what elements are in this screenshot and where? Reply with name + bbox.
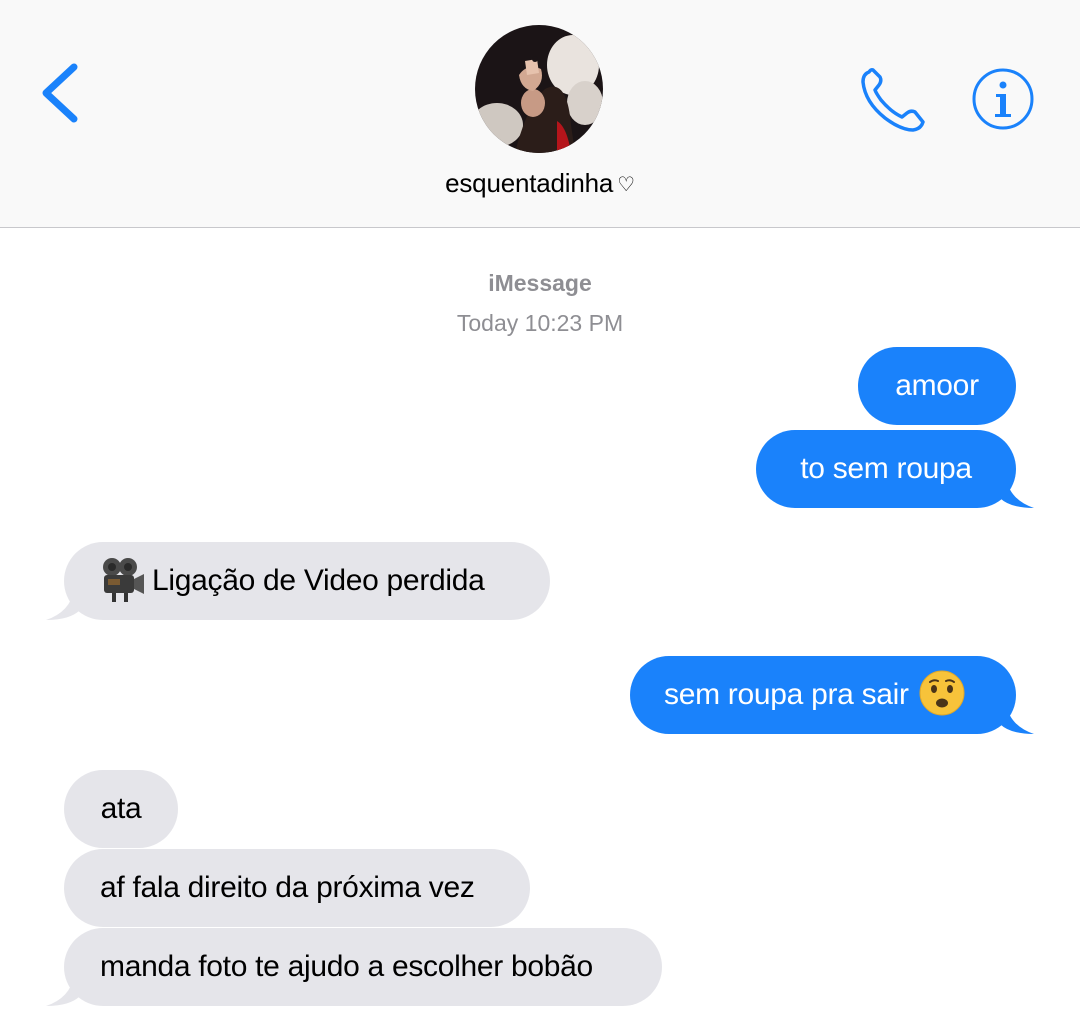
message-bubble-outgoing[interactable]: to sem roupa <box>756 430 1034 508</box>
bubble-tail <box>46 976 80 1006</box>
timestamp: Today 10:23 PM <box>0 310 1080 337</box>
phone-icon <box>861 68 925 132</box>
message-text: ata <box>100 792 142 825</box>
contact-name-text: esquentadinha <box>445 168 614 198</box>
timestamp-day: Today <box>456 310 519 336</box>
service-label: iMessage <box>488 270 592 296</box>
bubble-tail <box>46 590 80 620</box>
anguished-face-icon <box>919 670 965 716</box>
call-button[interactable] <box>855 62 931 138</box>
heart-icon: ♡ <box>617 174 635 196</box>
chevron-left-icon <box>42 63 78 123</box>
message-bubble-incoming[interactable]: ata <box>64 770 178 848</box>
message-bubble-incoming[interactable]: af fala direito da próxima vez <box>64 849 530 927</box>
bubble-tail <box>1000 478 1034 508</box>
message-text: sem roupa pra sair <box>664 678 909 711</box>
bubble-tail <box>1000 704 1034 734</box>
message-text: amoor <box>895 369 979 402</box>
message-text: to sem roupa <box>800 452 972 485</box>
contact-name[interactable]: esquentadinha ♡ <box>0 168 1080 199</box>
avatar-photo <box>475 25 603 153</box>
conversation-header: esquentadinha ♡ <box>0 0 1080 228</box>
info-button[interactable] <box>971 67 1035 131</box>
message-text: manda foto te ajudo a escolher bobão <box>100 950 593 983</box>
message-text: Ligação de Video perdida <box>152 564 485 597</box>
message-text: af fala direito da próxima vez <box>100 871 475 904</box>
message-bubble-incoming[interactable]: Ligação de Video perdida <box>46 542 550 620</box>
info-icon <box>972 68 1034 130</box>
back-button[interactable] <box>30 55 90 135</box>
movie-camera-icon <box>103 558 144 603</box>
contact-avatar[interactable] <box>475 25 603 153</box>
message-bubble-incoming[interactable]: manda foto te ajudo a escolher bobão <box>46 928 662 1006</box>
message-bubble-outgoing[interactable]: amoor <box>858 347 1016 425</box>
message-bubble-outgoing[interactable]: sem roupa pra sair <box>630 656 1034 734</box>
timestamp-time: 10:23 PM <box>524 310 624 336</box>
